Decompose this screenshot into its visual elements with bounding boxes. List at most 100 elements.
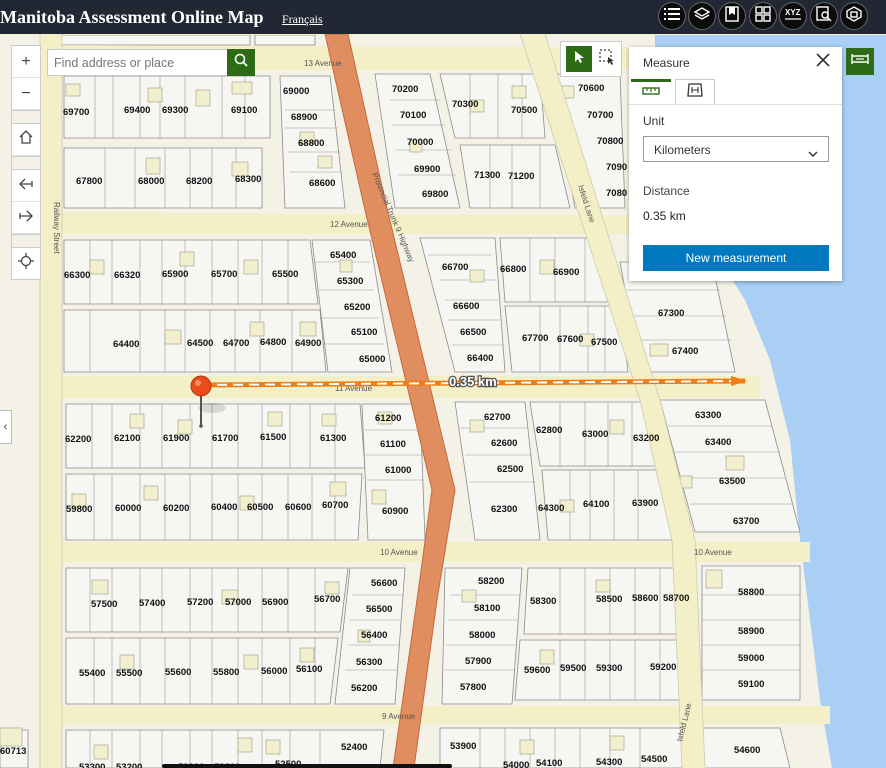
parcel-label[interactable]: 65300 xyxy=(337,276,363,287)
locate-button[interactable] xyxy=(12,248,40,279)
parcel-label[interactable]: 56000 xyxy=(261,666,287,677)
parcel-label[interactable]: 66500 xyxy=(460,327,486,338)
coordinates-button[interactable]: XYZ xyxy=(779,2,807,30)
parcel-label[interactable]: 68300 xyxy=(235,174,261,185)
parcel-label[interactable]: 54500 xyxy=(641,754,667,765)
tab-distance[interactable] xyxy=(631,79,671,104)
parcel-label[interactable]: 65900 xyxy=(162,269,188,280)
parcel-label[interactable]: 62700 xyxy=(484,412,510,423)
parcel-label[interactable]: 65700 xyxy=(211,269,237,280)
parcel-label[interactable]: 62800 xyxy=(536,425,562,436)
parcel-label[interactable]: 56400 xyxy=(361,630,387,641)
language-link[interactable]: Français xyxy=(282,12,323,27)
parcel-label[interactable]: 65100 xyxy=(351,327,377,338)
parcel-label[interactable]: 60400 xyxy=(211,502,237,513)
parcel-label[interactable]: 58300 xyxy=(530,596,556,607)
parcel-label[interactable]: 66300 xyxy=(64,270,90,281)
parcel-label[interactable]: 70100 xyxy=(400,110,426,121)
parcel-label[interactable]: 62600 xyxy=(491,438,517,449)
parcel-label[interactable]: 54100 xyxy=(536,758,562,768)
side-panel-expand-button[interactable]: ‹ xyxy=(0,410,12,444)
parcel-label[interactable]: 70500 xyxy=(511,105,537,116)
next-extent-button[interactable] xyxy=(12,202,40,234)
parcel-label[interactable]: 57200 xyxy=(187,597,213,608)
parcel-label[interactable]: 64100 xyxy=(583,499,609,510)
parcel-label[interactable]: 7080 xyxy=(606,188,627,199)
parcel-label[interactable]: 60200 xyxy=(163,503,189,514)
previous-extent-button[interactable] xyxy=(12,170,40,202)
bookmark-button[interactable] xyxy=(718,2,746,30)
parcel-label[interactable]: 58200 xyxy=(478,576,504,587)
parcel-label[interactable]: 59300 xyxy=(596,663,622,674)
parcel-label[interactable]: 56700 xyxy=(314,594,340,605)
parcel-label[interactable]: 66600 xyxy=(453,301,479,312)
parcel-label[interactable]: 71300 xyxy=(474,170,500,181)
search-input[interactable] xyxy=(48,50,228,75)
parcel-label[interactable]: 59100 xyxy=(738,679,764,690)
parcel-label[interactable]: 70000 xyxy=(407,137,433,148)
parcel-label[interactable]: 62100 xyxy=(114,433,140,444)
parcel-label[interactable]: 64500 xyxy=(187,338,213,349)
parcel-label[interactable]: 58500 xyxy=(596,594,622,605)
parcel-label[interactable]: 69800 xyxy=(422,189,448,200)
parcel-label[interactable]: 58700 xyxy=(663,593,689,604)
parcel-label[interactable]: 69700 xyxy=(63,107,89,118)
parcel-label[interactable]: 64400 xyxy=(113,339,139,350)
parcel-label[interactable]: 54000 xyxy=(503,760,529,768)
zoom-in-button[interactable]: + xyxy=(12,46,40,78)
parcel-label[interactable]: 59200 xyxy=(650,662,676,673)
parcel-label[interactable]: 70600 xyxy=(578,83,604,94)
parcel-label[interactable]: 69900 xyxy=(414,164,440,175)
parcel-label[interactable]: 70300 xyxy=(452,99,478,110)
parcel-label[interactable]: 63400 xyxy=(705,437,731,448)
parcel-label[interactable]: 70800 xyxy=(597,136,623,147)
parcel-label[interactable]: 62500 xyxy=(497,464,523,475)
parcel-label[interactable]: 70700 xyxy=(587,110,613,121)
parcel-label[interactable]: 58800 xyxy=(738,587,764,598)
parcel-label[interactable]: 55500 xyxy=(116,668,142,679)
parcel-label[interactable]: 56100 xyxy=(296,664,322,675)
parcel-label[interactable]: 57800 xyxy=(460,682,486,693)
parcel-label[interactable]: 64800 xyxy=(260,337,286,348)
parcel-label[interactable]: 63700 xyxy=(733,516,759,527)
parcel-label[interactable]: 70200 xyxy=(392,84,418,95)
parcel-label[interactable]: 61500 xyxy=(260,432,286,443)
parcel-label[interactable]: 58900 xyxy=(738,626,764,637)
home-button[interactable] xyxy=(12,124,40,156)
parcel-label[interactable]: 69100 xyxy=(231,105,257,116)
parcel-label[interactable]: 56200 xyxy=(351,683,377,694)
parcel-label[interactable]: 57500 xyxy=(91,599,117,610)
new-measurement-button[interactable]: New measurement xyxy=(643,245,829,271)
parcel-label[interactable]: 57400 xyxy=(139,598,165,609)
parcel-label[interactable]: 56900 xyxy=(262,597,288,608)
parcel-label[interactable]: 63000 xyxy=(582,429,608,440)
parcel-label[interactable]: 58000 xyxy=(469,630,495,641)
parcel-label[interactable]: 55600 xyxy=(165,667,191,678)
parcel-label[interactable]: 68000 xyxy=(138,176,164,187)
parcel-label[interactable]: 56300 xyxy=(356,657,382,668)
parcel-label[interactable]: 68600 xyxy=(309,178,335,189)
parcel-label[interactable]: 7090 xyxy=(606,162,627,173)
parcel-label[interactable]: 60900 xyxy=(382,506,408,517)
parcel-label[interactable]: 65400 xyxy=(330,250,356,261)
parcel-label[interactable]: 55800 xyxy=(213,667,239,678)
parcel-label[interactable]: 63900 xyxy=(632,498,658,509)
parcel-label[interactable]: 55400 xyxy=(79,668,105,679)
parcel-label[interactable]: 62200 xyxy=(65,434,91,445)
parcel-label[interactable]: 60500 xyxy=(247,502,273,513)
parcel-label[interactable]: 54600 xyxy=(734,745,760,756)
basemap-gallery-button[interactable] xyxy=(749,2,777,30)
search-button[interactable] xyxy=(227,49,255,76)
parcel-label[interactable]: 66800 xyxy=(500,264,526,275)
parcel-label[interactable]: 60700 xyxy=(322,500,348,511)
measure-toggle-button[interactable] xyxy=(846,48,874,75)
parcel-label[interactable]: 60713 xyxy=(0,746,26,757)
parcel-label[interactable]: 67300 xyxy=(658,308,684,319)
parcel-label[interactable]: 59600 xyxy=(524,665,550,676)
parcel-label[interactable]: 64300 xyxy=(538,503,564,514)
parcel-label[interactable]: 69000 xyxy=(283,86,309,97)
parcel-label[interactable]: 58600 xyxy=(632,593,658,604)
parcel-label[interactable]: 66900 xyxy=(553,267,579,278)
parcel-label[interactable]: 61300 xyxy=(320,433,346,444)
parcel-label[interactable]: 68800 xyxy=(298,138,324,149)
